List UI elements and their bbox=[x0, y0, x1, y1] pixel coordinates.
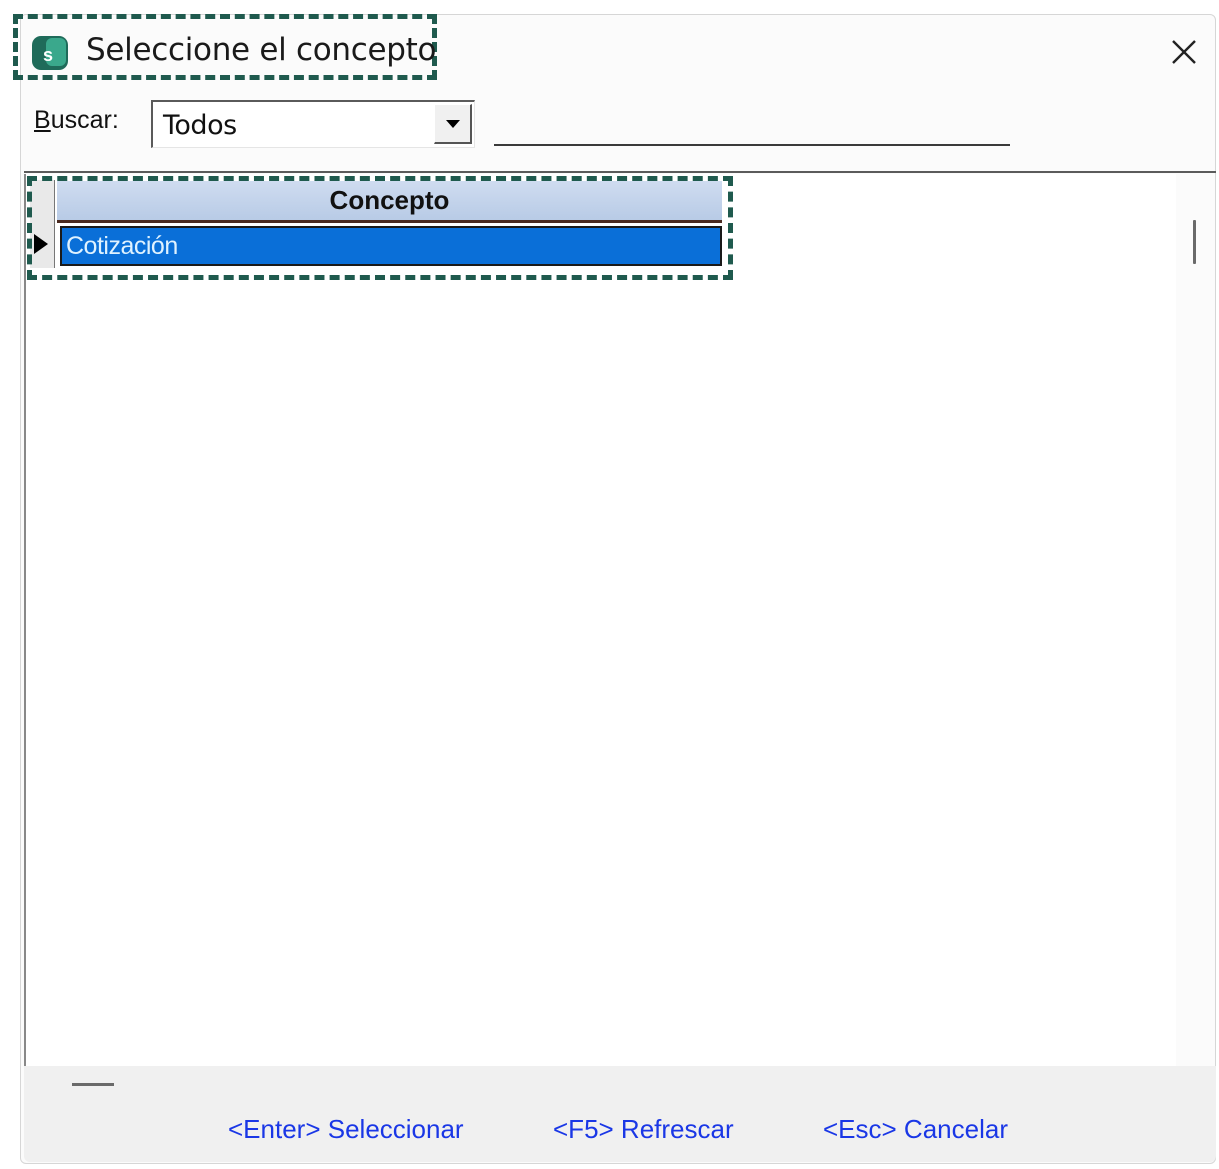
column-header-concepto[interactable]: Concepto bbox=[57, 181, 722, 223]
search-input[interactable] bbox=[494, 104, 1010, 146]
select-shortcut-link[interactable]: <Enter> Seleccionar bbox=[228, 1114, 464, 1145]
refresh-shortcut-link[interactable]: <F5> Refrescar bbox=[553, 1114, 734, 1145]
search-label-text: uscar: bbox=[50, 106, 119, 134]
app-s-icon: s bbox=[32, 36, 68, 70]
vertical-scrollbar[interactable] bbox=[1193, 220, 1196, 264]
search-filter-select[interactable]: Todos bbox=[151, 100, 475, 148]
table-cell-concepto: Cotización bbox=[66, 232, 178, 260]
search-label: Buscar: bbox=[34, 106, 119, 135]
cancel-shortcut-link[interactable]: <Esc> Cancelar bbox=[823, 1114, 1008, 1145]
search-label-mnemonic: B bbox=[34, 106, 51, 134]
row-indicator-column bbox=[30, 180, 55, 268]
chevron-down-icon bbox=[445, 119, 460, 128]
window-title: Seleccione el concepto bbox=[86, 32, 437, 68]
concept-grid[interactable] bbox=[24, 174, 1176, 1066]
svg-text:s: s bbox=[43, 45, 53, 65]
table-row[interactable]: Cotización bbox=[60, 226, 722, 266]
toolbar-divider bbox=[24, 171, 1216, 173]
horizontal-scrollbar[interactable] bbox=[72, 1083, 114, 1086]
close-icon bbox=[1172, 40, 1196, 64]
search-filter-value: Todos bbox=[163, 110, 237, 141]
close-button[interactable] bbox=[1160, 28, 1208, 76]
dropdown-button[interactable] bbox=[434, 104, 472, 144]
row-pointer-icon bbox=[34, 234, 48, 254]
